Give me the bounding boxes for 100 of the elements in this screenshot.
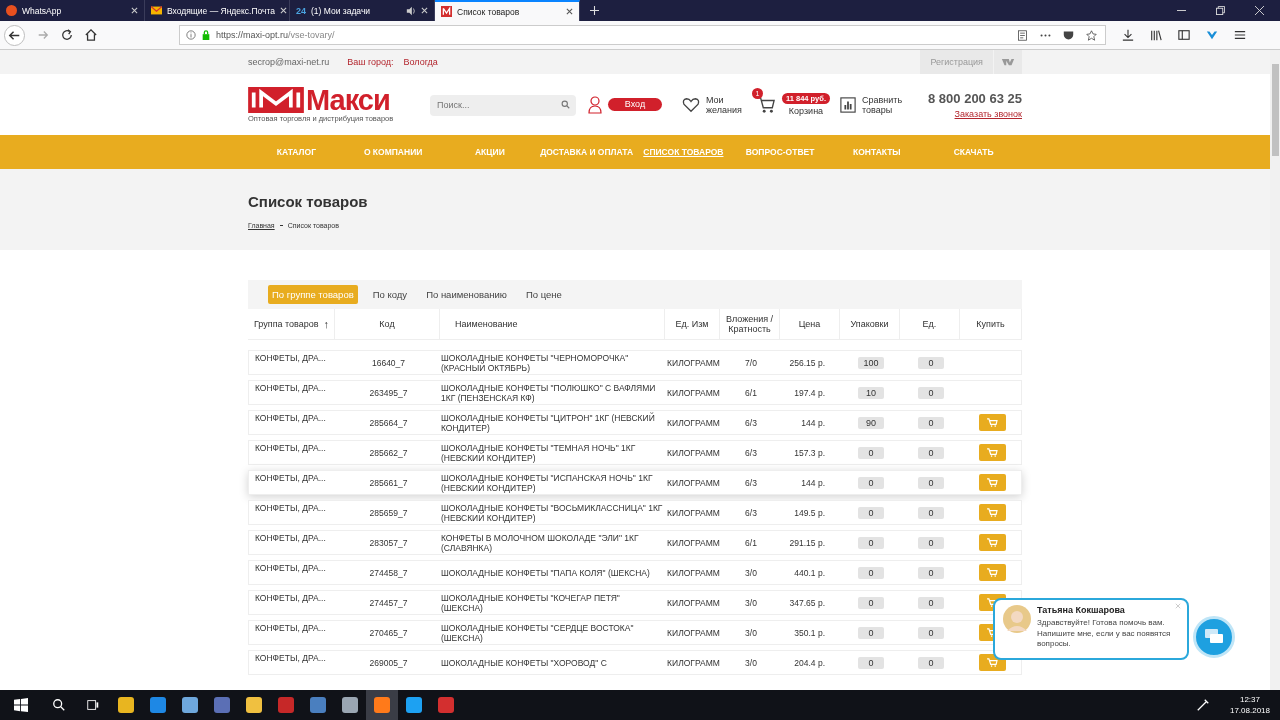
cart-button[interactable] bbox=[978, 534, 1006, 551]
compare-link[interactable]: Сравнить товары bbox=[862, 94, 908, 115]
quantity-field[interactable]: 0 bbox=[858, 596, 884, 609]
clock[interactable]: 12:37 17.08.2018 bbox=[1229, 694, 1270, 716]
download-icon[interactable] bbox=[1122, 29, 1134, 41]
column-header[interactable]: Цена bbox=[798, 319, 821, 329]
quantity-field[interactable]: 0 bbox=[918, 476, 944, 489]
reader-icon[interactable] bbox=[1017, 29, 1028, 41]
quantity-field[interactable]: 0 bbox=[918, 536, 944, 549]
login-button[interactable]: Вход bbox=[608, 98, 662, 111]
quantity-field[interactable]: 10 bbox=[858, 386, 884, 399]
product-name[interactable]: ШОКОЛАДНЫЕ КОНФЕТЫ "ИСПАНСКАЯ НОЧЬ" 1КГ (НЕВСКИЙ КОНДИТЕР) bbox=[441, 472, 666, 493]
menu-icon[interactable] bbox=[1234, 29, 1246, 41]
table-cell-text: 285661_7 bbox=[368, 477, 409, 488]
speaker-icon[interactable] bbox=[406, 5, 416, 16]
cart-button[interactable] bbox=[978, 564, 1006, 581]
callback-link[interactable]: Заказать звонок bbox=[954, 108, 1022, 119]
pocket-icon[interactable] bbox=[1063, 29, 1074, 41]
library-icon[interactable] bbox=[1150, 29, 1162, 41]
home-icon[interactable] bbox=[85, 29, 97, 41]
column-header[interactable]: Наименование bbox=[455, 319, 518, 329]
reload-icon[interactable] bbox=[61, 29, 73, 41]
quantity-field[interactable]: 0 bbox=[858, 626, 884, 639]
sort-arrow-icon[interactable]: ↑ bbox=[323, 318, 330, 330]
product-name[interactable]: ШОКОЛАДНЫЕ КОНФЕТЫ "ХОРОВОД" С bbox=[441, 657, 666, 668]
browser-tab[interactable]: Список товаров bbox=[435, 0, 580, 21]
back-icon[interactable] bbox=[4, 24, 25, 46]
product-name[interactable]: ШОКОЛАДНЫЕ КОНФЕТЫ "КОЧЕГАР ПЕТЯ" (ШЕКСНА) bbox=[441, 592, 666, 613]
product-name[interactable]: ШОКОЛАДНЫЕ КОНФЕТЫ "ПАПА КОЛЯ" (ШЕКСНА) bbox=[441, 567, 666, 578]
column-header[interactable]: Вложения /Кратность bbox=[720, 314, 779, 334]
product-name[interactable]: ШОКОЛАДНЫЕ КОНФЕТЫ "ТЕМНАЯ НОЧЬ" 1КГ (НЕВСКИЙ КОНДИТЕР) bbox=[441, 442, 666, 463]
chat-icon[interactable] bbox=[1204, 628, 1224, 646]
logo-icon[interactable] bbox=[248, 87, 304, 113]
table-cell: КИЛОГРАММ bbox=[666, 627, 721, 638]
quantity-field[interactable]: 0 bbox=[858, 446, 884, 459]
cart-button[interactable] bbox=[978, 474, 1006, 491]
column-header[interactable]: Код bbox=[379, 319, 395, 329]
chat-button[interactable] bbox=[1193, 616, 1235, 658]
cart-button[interactable] bbox=[978, 444, 1006, 461]
product-name[interactable]: ШОКОЛАДНЫЕ КОНФЕТЫ "ЧЕРНОМОРОЧКА" (КРАСНЫЙ ОКТЯБРЬ) bbox=[441, 352, 666, 373]
product-name[interactable]: ШОКОЛАДНЫЕ КОНФЕТЫ "СЕРДЦЕ ВОСТОКА" (ШЕКСНА) bbox=[441, 622, 666, 643]
quantity-field[interactable]: 0 bbox=[918, 596, 944, 609]
star-icon[interactable] bbox=[1086, 29, 1097, 41]
windows-start-icon[interactable] bbox=[14, 698, 28, 712]
table-cell-text: 204.4 р. bbox=[793, 657, 826, 668]
task-view-icon[interactable] bbox=[86, 698, 100, 712]
quantity-field[interactable]: 0 bbox=[918, 386, 944, 399]
product-name[interactable]: ШОКОЛАДНЫЕ КОНФЕТЫ "ЦИТРОН" 1КГ (НЕВСКИЙ КОНДИТЕР) bbox=[441, 412, 666, 433]
app-icon[interactable] bbox=[214, 697, 230, 713]
cart-button[interactable] bbox=[978, 504, 1006, 521]
app-icon[interactable] bbox=[182, 697, 198, 713]
column-header[interactable]: Ед. bbox=[922, 319, 937, 329]
sidebar-icon[interactable] bbox=[1178, 29, 1190, 41]
product-name[interactable]: ШОКОЛАДНЫЕ КОНФЕТЫ "ВОСЬМИКЛАССНИЦА" 1КГ (НЕВСКИЙ КОНДИТЕР) bbox=[441, 502, 666, 523]
quantity-field[interactable]: 0 bbox=[858, 656, 884, 669]
sort-tab[interactable]: По наименованию bbox=[422, 285, 511, 304]
extension-icon[interactable] bbox=[1206, 29, 1218, 41]
quantity-field[interactable]: 0 bbox=[918, 356, 944, 369]
heart-icon[interactable] bbox=[682, 96, 700, 113]
quantity-field[interactable]: 100 bbox=[858, 356, 884, 369]
table-cell-text: 7/0 bbox=[744, 357, 758, 368]
quantity-field[interactable]: 0 bbox=[858, 506, 884, 519]
cart-button[interactable] bbox=[978, 414, 1006, 431]
vk-icon[interactable] bbox=[994, 50, 1022, 74]
quantity-field[interactable]: 0 bbox=[918, 656, 944, 669]
new-tab-icon[interactable] bbox=[590, 6, 599, 15]
address-bar[interactable]: https://maxi-opt.ru/vse-tovary/ bbox=[179, 25, 1009, 45]
column-header[interactable]: Купить bbox=[976, 319, 1005, 329]
quantity-field[interactable]: 0 bbox=[918, 626, 944, 639]
search-icon[interactable] bbox=[52, 698, 66, 712]
user-icon[interactable] bbox=[588, 95, 602, 114]
product-name[interactable]: КОНФЕТЫ В МОЛОЧНОМ ШОКОЛАДЕ "ЭЛИ" 1КГ (СЛАВЯНКА) bbox=[441, 532, 666, 553]
sort-tab[interactable]: По цене bbox=[521, 285, 566, 304]
quantity-field[interactable]: 0 bbox=[918, 416, 944, 429]
pen-icon[interactable] bbox=[1195, 698, 1210, 712]
scrollbar-thumb[interactable] bbox=[1271, 64, 1279, 156]
quantity-field[interactable]: 0 bbox=[858, 536, 884, 549]
bar-chart-icon[interactable] bbox=[840, 96, 856, 113]
app-icon[interactable] bbox=[342, 697, 358, 713]
quantity-field[interactable]: 0 bbox=[918, 566, 944, 579]
table-cell-text: 256.15 р. bbox=[788, 357, 826, 368]
column-header[interactable]: Упаковки bbox=[850, 319, 889, 329]
forward-icon[interactable] bbox=[37, 29, 49, 41]
cart-link[interactable]: Корзина bbox=[788, 106, 824, 116]
city-link[interactable]: Вологда bbox=[403, 57, 438, 67]
wishlist-link[interactable]: Мои желания bbox=[706, 94, 746, 115]
quantity-field[interactable]: 0 bbox=[858, 566, 884, 579]
app-icon[interactable] bbox=[310, 697, 326, 713]
sort-tab[interactable]: По коду bbox=[368, 285, 412, 304]
column-header[interactable]: Ед. Изм bbox=[675, 319, 709, 329]
quantity-field[interactable]: 90 bbox=[858, 416, 884, 429]
product-name[interactable]: ШОКОЛАДНЫЕ КОНФЕТЫ "ПОЛЮШКО" С ВАФЛЯМИ 1КГ (ПЕНЗЕНСКАЯ КФ) bbox=[441, 382, 666, 403]
column-header[interactable]: Группа товаров bbox=[254, 319, 319, 329]
quantity-field[interactable]: 0 bbox=[918, 506, 944, 519]
close-icon[interactable] bbox=[566, 8, 573, 15]
quantity-field[interactable]: 0 bbox=[918, 446, 944, 459]
logo-text[interactable]: Макси bbox=[306, 86, 390, 114]
quantity-field[interactable]: 0 bbox=[858, 476, 884, 489]
restore-icon[interactable] bbox=[1216, 6, 1225, 15]
search-field[interactable]: Поиск... bbox=[430, 94, 576, 116]
